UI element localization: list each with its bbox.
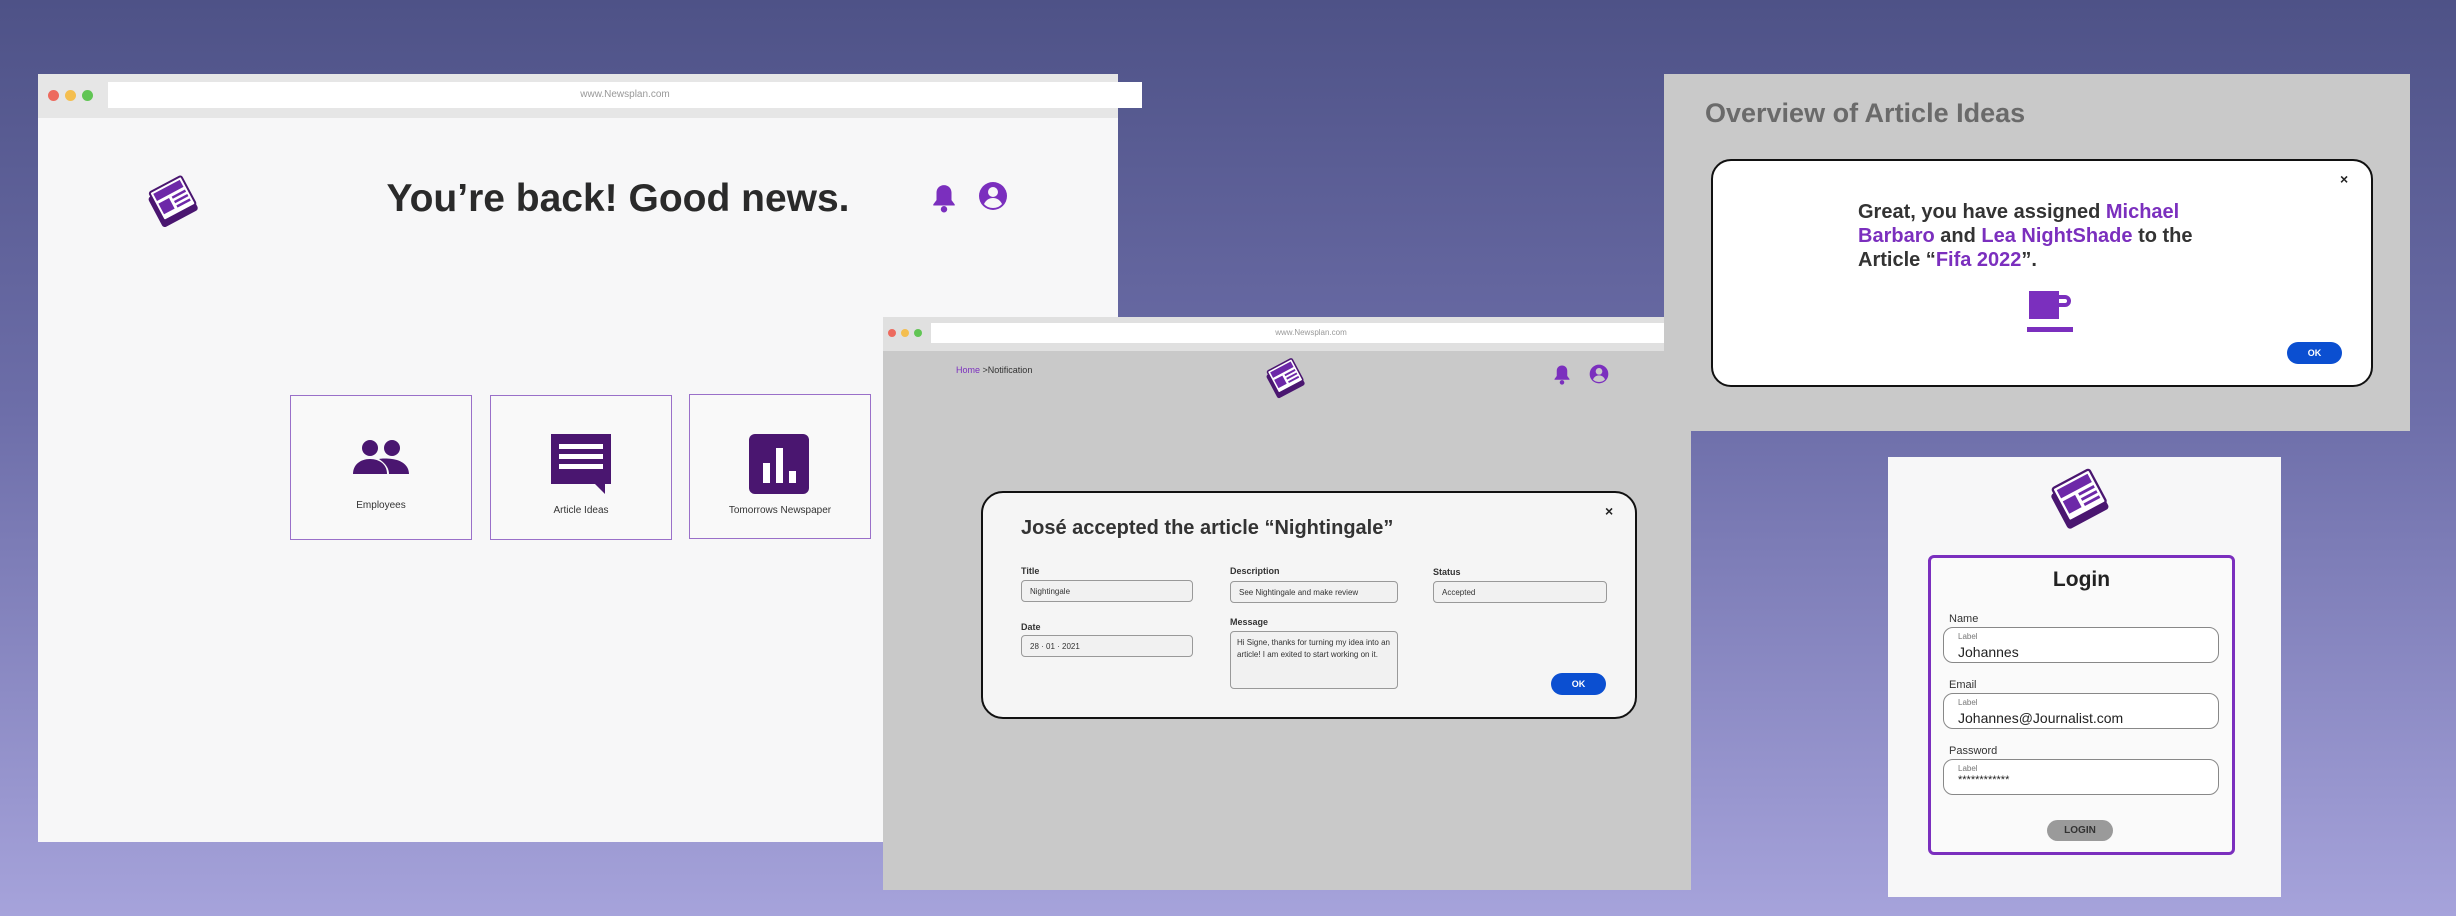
- message-text: and: [1934, 225, 1982, 247]
- date-label: Date: [1021, 622, 1041, 632]
- status-label: Status: [1433, 567, 1461, 577]
- close-icon[interactable]: ×: [2340, 171, 2348, 187]
- newspaper-logo-icon[interactable]: [144, 174, 206, 236]
- account-icon[interactable]: [1589, 364, 1609, 384]
- login-button[interactable]: LOGIN: [2047, 820, 2113, 841]
- assignment-modal: × Great, you have assigned Michael Barba…: [1711, 159, 2373, 387]
- message-label: Message: [1230, 617, 1269, 627]
- description-field[interactable]: See Nightingale and make review: [1230, 581, 1398, 603]
- notification-window: www.Newsplan.com Home >Notification José…: [883, 317, 1691, 890]
- title-field[interactable]: Nightingale: [1021, 580, 1193, 602]
- overview-window: Overview of Article Ideas × Great, you h…: [1664, 74, 2410, 431]
- close-window-icon[interactable]: [48, 90, 59, 101]
- message-field[interactable]: Hi Signe, thanks for turning my idea int…: [1230, 631, 1398, 689]
- password-label: Password: [1949, 745, 1998, 757]
- ok-button[interactable]: OK: [2287, 342, 2342, 364]
- maximize-window-icon[interactable]: [914, 329, 922, 337]
- description-label: Description: [1230, 566, 1280, 576]
- breadcrumb-home[interactable]: Home: [956, 365, 980, 375]
- field-value: Johannes@Journalist.com: [1958, 710, 2124, 726]
- article-name: Fifa 2022: [1935, 249, 2022, 271]
- card-label: Employees: [356, 500, 406, 511]
- field-inner-label: Label: [1958, 698, 1978, 707]
- login-window: Login Name Label Johannes Email Label Jo…: [1888, 457, 2281, 897]
- card-label: Article Ideas: [553, 505, 609, 516]
- newspaper-logo-icon[interactable]: [1263, 357, 1311, 405]
- field-value: ************: [1958, 774, 2010, 786]
- people-icon: [353, 440, 409, 474]
- page-title: Overview of Article Ideas: [1705, 98, 2026, 128]
- breadcrumb-current: Notification: [987, 365, 1033, 375]
- card-label: Tomorrows Newspaper: [728, 505, 832, 516]
- close-icon[interactable]: ×: [1605, 503, 1613, 519]
- breadcrumb: Home >Notification: [956, 365, 1032, 375]
- employees-card[interactable]: Employees: [290, 395, 472, 540]
- title-label: Title: [1021, 566, 1040, 576]
- welcome-heading: You’re back! Good news.: [386, 177, 850, 220]
- login-form: Login Name Label Johannes Email Label Jo…: [1928, 555, 2235, 855]
- assignment-message: Great, you have assigned Michael Barbaro…: [1858, 200, 2218, 272]
- field-value: Johannes: [1958, 644, 2019, 660]
- message-text: Great, you have assigned: [1858, 201, 2106, 223]
- minimize-window-icon[interactable]: [901, 329, 909, 337]
- date-field[interactable]: 28 · 01 · 2021: [1021, 635, 1193, 657]
- tomorrows-newspaper-card[interactable]: Tomorrows Newspaper: [689, 394, 871, 539]
- close-window-icon[interactable]: [888, 329, 896, 337]
- article-ideas-card[interactable]: Article Ideas: [490, 395, 672, 540]
- account-icon[interactable]: [978, 181, 1008, 211]
- email-label: Email: [1949, 679, 1977, 691]
- field-inner-label: Label: [1958, 632, 1978, 641]
- coffee-cup-icon: [2027, 291, 2073, 332]
- status-field[interactable]: Accepted: [1433, 581, 1607, 603]
- notification-modal: José accepted the article “Nightingale” …: [981, 491, 1637, 719]
- name-field[interactable]: Label Johannes: [1943, 627, 2219, 663]
- assignee-name: Lea NightShade: [1981, 225, 2133, 247]
- bell-icon[interactable]: [1553, 364, 1571, 385]
- minimize-window-icon[interactable]: [65, 90, 76, 101]
- bell-icon[interactable]: [931, 183, 957, 213]
- modal-title: José accepted the article “Nightingale”: [1021, 517, 1394, 539]
- browser-chrome: www.Newsplan.com: [883, 317, 1691, 351]
- message-lines-icon: [551, 434, 611, 494]
- password-field[interactable]: Label ************: [1943, 759, 2219, 795]
- name-label: Name: [1949, 613, 1979, 625]
- browser-chrome: www.Newsplan.com: [38, 74, 1142, 118]
- email-field[interactable]: Label Johannes@Journalist.com: [1943, 693, 2219, 729]
- login-title: Login: [2052, 568, 2111, 591]
- url-bar[interactable]: www.Newsplan.com: [108, 82, 1142, 108]
- ok-button[interactable]: OK: [1551, 673, 1606, 695]
- newspaper-logo-icon[interactable]: [2046, 467, 2118, 539]
- maximize-window-icon[interactable]: [82, 90, 93, 101]
- url-bar[interactable]: www.Newsplan.com: [931, 323, 1691, 343]
- field-inner-label: Label: [1958, 764, 1978, 773]
- bar-chart-icon: [749, 434, 809, 494]
- message-text: ”.: [2021, 249, 2037, 271]
